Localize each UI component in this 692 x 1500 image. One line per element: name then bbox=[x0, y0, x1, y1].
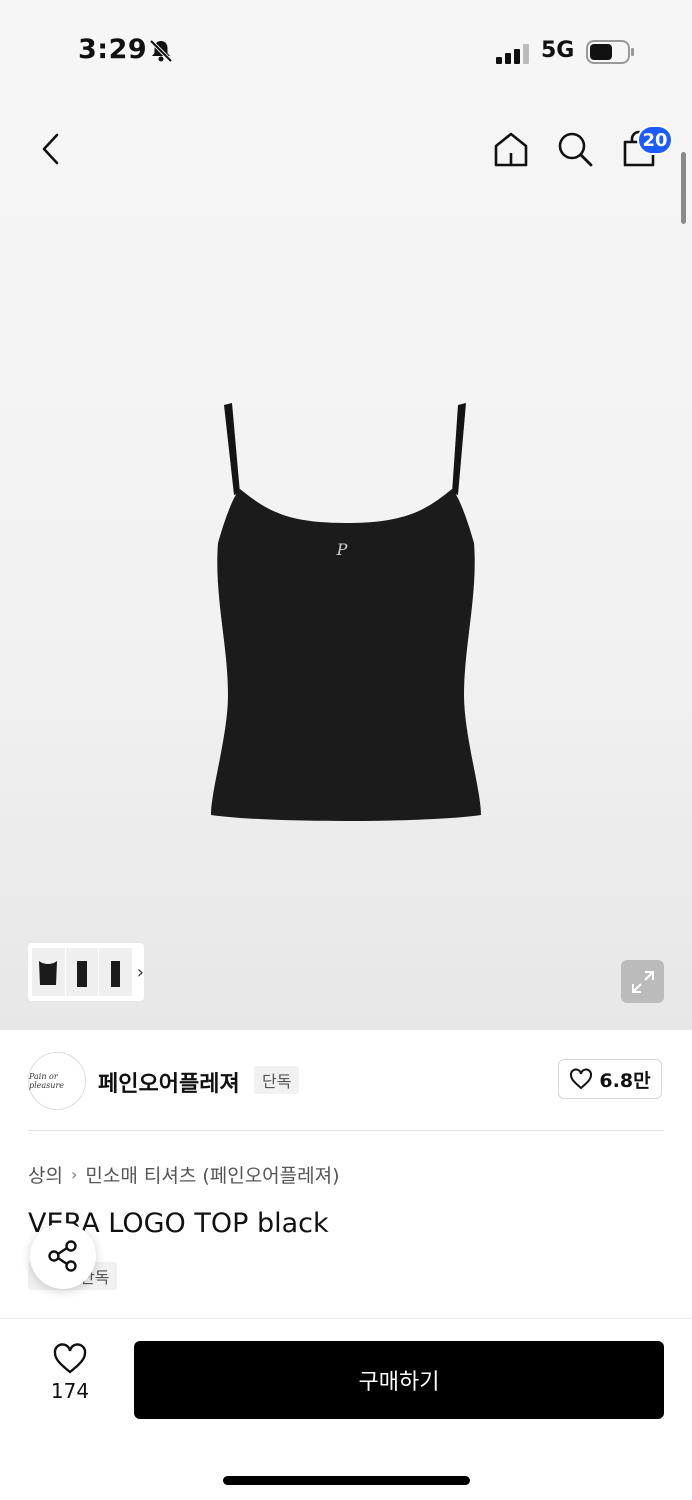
wishlist-button[interactable]: 174 bbox=[40, 1343, 100, 1413]
product-photo: P bbox=[196, 395, 496, 835]
brand-like-count: 6.8만 bbox=[599, 1069, 651, 1092]
home-icon bbox=[494, 132, 528, 167]
cart-count-badge: 20 bbox=[637, 125, 673, 155]
back-button[interactable] bbox=[30, 128, 72, 170]
search-icon bbox=[558, 132, 593, 167]
thumbnail-strip[interactable]: › bbox=[28, 943, 144, 1001]
brand-like-button[interactable]: 6.8만 bbox=[558, 1059, 662, 1099]
bottom-bar-divider bbox=[0, 1318, 692, 1319]
brand-name[interactable]: 페인오어플레져 bbox=[98, 1066, 240, 1098]
battery-icon bbox=[586, 40, 636, 64]
breadcrumb: 상의 › 민소매 티셔츠 (페인오어플레져) bbox=[28, 1161, 340, 1188]
buy-button[interactable]: 구매하기 bbox=[134, 1341, 664, 1419]
share-icon bbox=[48, 1240, 77, 1272]
share-button[interactable] bbox=[30, 1223, 96, 1289]
thumbnail-1[interactable] bbox=[32, 948, 65, 996]
chevron-right-icon: › bbox=[70, 1165, 78, 1184]
expand-icon bbox=[631, 970, 654, 993]
thumbnail-3[interactable] bbox=[99, 948, 132, 996]
svg-text:P: P bbox=[336, 540, 348, 559]
chevron-right-icon[interactable]: › bbox=[137, 962, 144, 983]
bell-muted-icon bbox=[148, 38, 174, 64]
home-indicator bbox=[223, 1476, 470, 1485]
home-button[interactable] bbox=[490, 128, 532, 170]
status-time: 3:29 bbox=[78, 34, 148, 65]
search-button[interactable] bbox=[554, 128, 596, 170]
exclusive-tag: 단독 bbox=[254, 1066, 300, 1094]
divider bbox=[28, 1130, 664, 1131]
thumbnail-2[interactable] bbox=[65, 948, 99, 996]
brand-logo-text: Pain or pleasure bbox=[29, 1072, 64, 1090]
signal-icon bbox=[496, 44, 532, 64]
network-label: 5G bbox=[541, 38, 575, 63]
scrollbar[interactable] bbox=[681, 152, 686, 224]
heart-icon bbox=[570, 1068, 593, 1090]
breadcrumb-category[interactable]: 상의 bbox=[28, 1161, 63, 1188]
brand-logo[interactable]: Pain or pleasure bbox=[28, 1052, 86, 1110]
chevron-left-icon bbox=[42, 133, 59, 165]
heart-icon bbox=[53, 1343, 87, 1374]
breadcrumb-subcategory[interactable]: 민소매 티셔츠 (페인오어플레져) bbox=[85, 1161, 339, 1188]
wishlist-count: 174 bbox=[50, 1379, 90, 1403]
expand-button[interactable] bbox=[621, 960, 664, 1003]
